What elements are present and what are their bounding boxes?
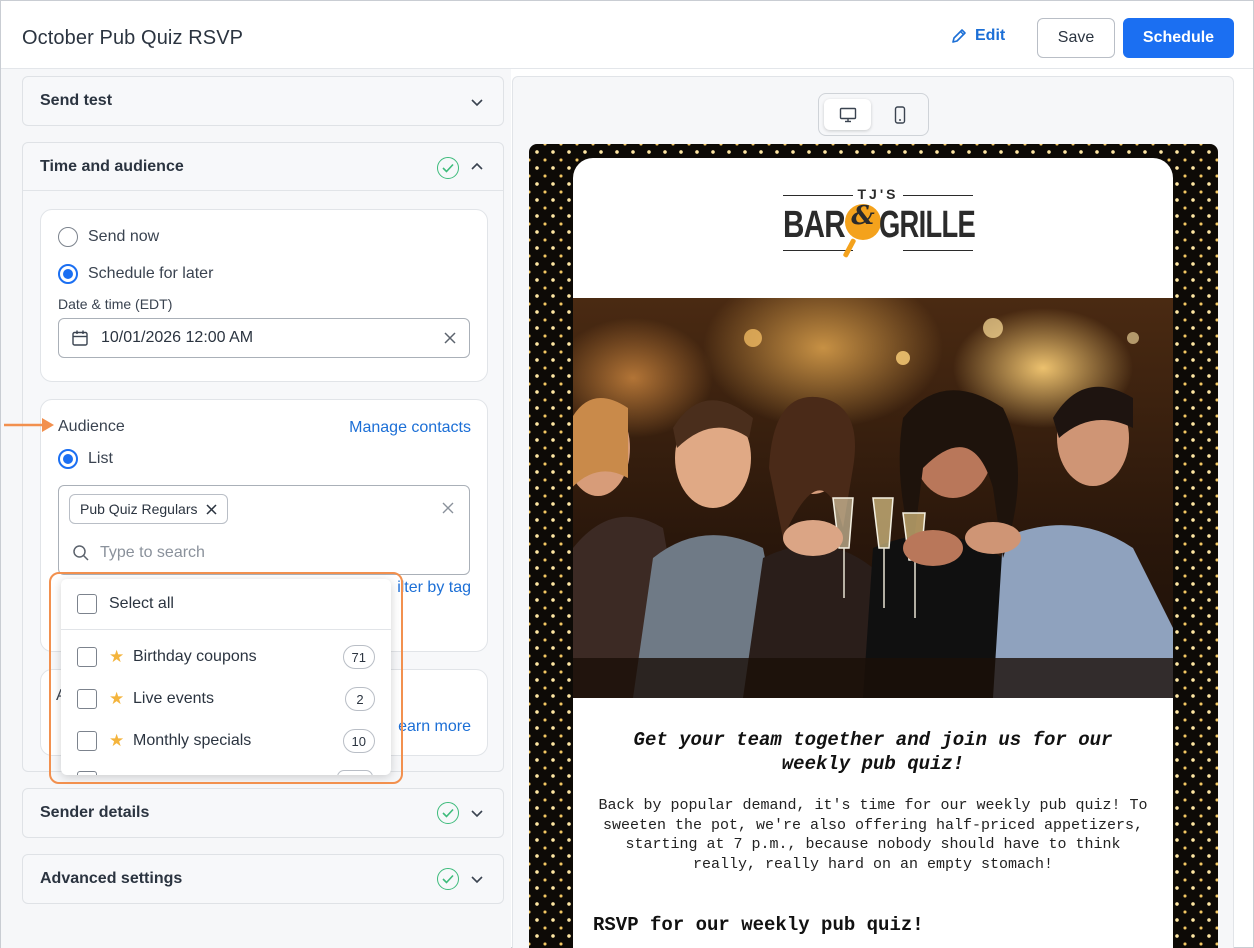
send-now-label: Send now [88,228,160,245]
mobile-view-button[interactable] [876,99,923,130]
mobile-icon [894,105,905,124]
audience-label: Audience [58,418,125,435]
sender-details-title: Sender details [40,804,150,821]
date-time-value: 10/01/2026 12:00 AM [101,329,254,346]
remove-chip-icon[interactable] [205,503,217,515]
time-audience-title[interactable]: Time and audience [23,143,503,191]
timing-card: Send now Schedule for later Date & time … [40,209,488,382]
logo-left-text: BAR [783,204,846,246]
filter-by-tag-link[interactable]: ilter by tag [397,579,471,597]
check-circle-icon [437,868,459,890]
email-content: TJ'S BAR & GRILLE Get your team together… [573,158,1173,948]
email-heading: Get your team together and join us for o… [633,729,1113,775]
send-now-option[interactable]: Send now [58,227,159,247]
list-search[interactable]: Type to search [72,544,205,562]
date-time-input[interactable]: 10/01/2026 12:00 AM [58,318,470,358]
clear-list-icon[interactable] [442,502,454,514]
list-radio[interactable] [58,449,78,469]
hero-image [573,298,1173,698]
learn-more-link[interactable]: earn more [398,718,471,736]
highlight-box [49,572,403,784]
email-rsvp-heading: RSVP for our weekly pub quiz! [593,914,924,936]
chevron-down-icon[interactable] [471,807,483,819]
chevron-down-icon[interactable] [471,873,483,885]
advanced-settings-section[interactable]: Advanced settings [22,854,504,904]
top-bar: October Pub Quiz RSVP Edit Save Schedule [1,1,1253,69]
logo-right-text: GRILLE [879,204,976,246]
clear-date-icon[interactable] [443,331,457,345]
check-circle-icon [437,157,459,179]
email-preview-panel: TJ'S BAR & GRILLE Get your team together… [512,76,1234,948]
friends-toast-photo [573,318,1173,698]
arrow-indicator [4,418,54,432]
send-now-radio[interactable] [58,227,78,247]
device-toggle[interactable] [818,93,929,136]
chevron-down-icon[interactable] [471,96,483,108]
send-test-title: Send test [40,92,113,109]
edit-button[interactable]: Edit [951,27,1005,45]
schedule-later-label: Schedule for later [88,265,214,282]
sender-details-section[interactable]: Sender details [22,788,504,838]
search-icon [73,545,89,561]
advanced-settings-title: Advanced settings [40,870,183,887]
pencil-icon [952,29,966,43]
schedule-later-radio[interactable] [58,264,78,284]
check-circle-icon [437,802,459,824]
search-placeholder: Type to search [100,544,205,561]
send-test-section[interactable]: Send test [22,76,504,126]
logo-amp: & [851,201,875,231]
save-button[interactable]: Save [1037,18,1115,58]
manage-contacts-link[interactable]: Manage contacts [349,419,471,437]
calendar-icon [72,330,88,346]
desktop-icon [839,107,856,122]
list-chip: Pub Quiz Regulars [69,494,228,524]
email-body-text: Back by popular demand, it's time for ou… [598,797,1148,873]
logo-top-text: TJ'S [857,186,899,202]
chevron-up-icon[interactable] [471,161,483,173]
brand-logo: TJ'S BAR & GRILLE [783,186,976,270]
edit-label: Edit [975,27,1006,44]
page-title: October Pub Quiz RSVP [22,27,244,49]
date-time-label: Date & time (EDT) [58,296,173,312]
desktop-view-button[interactable] [824,99,871,130]
list-option[interactable]: List [58,449,113,469]
list-selector[interactable]: Pub Quiz Regulars Type to search [58,485,470,575]
schedule-later-option[interactable]: Schedule for later [58,264,213,284]
list-label: List [88,450,113,467]
email-background: TJ'S BAR & GRILLE Get your team together… [529,144,1218,948]
schedule-button[interactable]: Schedule [1123,18,1234,58]
list-chip-label: Pub Quiz Regulars [80,501,198,517]
